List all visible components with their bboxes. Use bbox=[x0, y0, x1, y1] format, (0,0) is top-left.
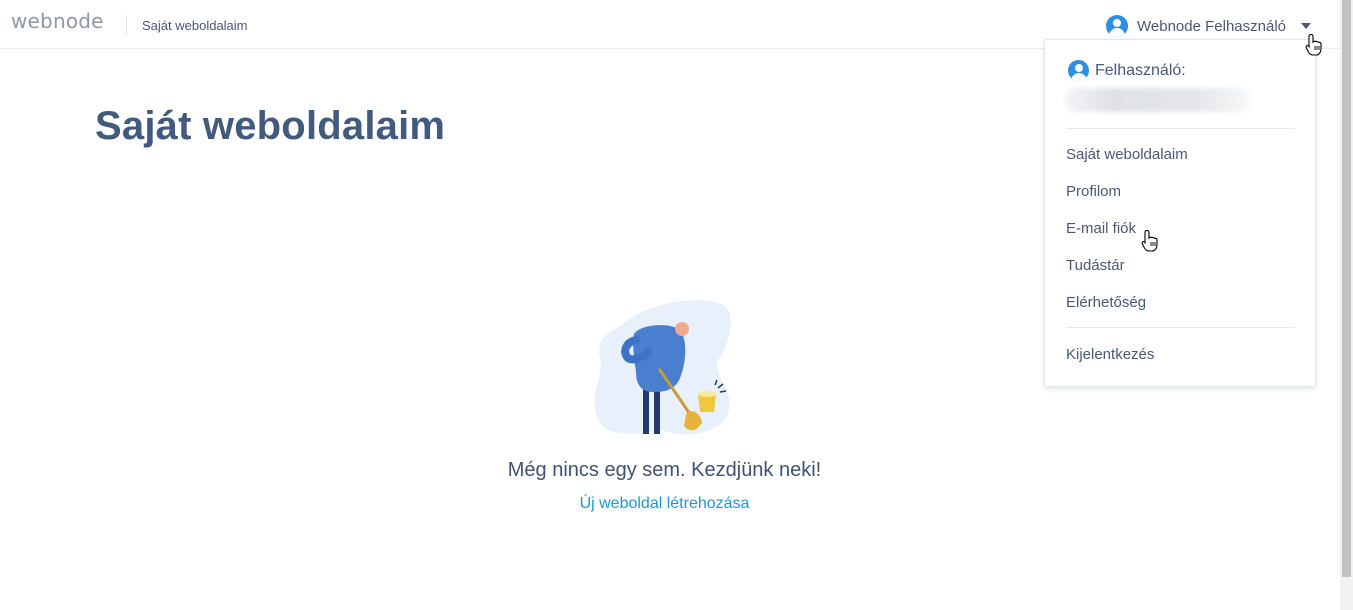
person-sweeping-illustration bbox=[594, 300, 731, 435]
hand-cursor-icon bbox=[1141, 229, 1158, 252]
menu-item-knowledge-base[interactable]: Tudástár bbox=[1066, 257, 1125, 274]
menu-item-my-websites[interactable]: Saját weboldalaim bbox=[1066, 146, 1188, 163]
user-avatar-icon bbox=[1068, 60, 1089, 81]
user-label: Felhasználó: bbox=[1095, 61, 1186, 79]
dropdown-divider bbox=[1066, 128, 1295, 129]
create-website-link[interactable]: Új weboldal létrehozása bbox=[0, 495, 1329, 513]
empty-state-message: Még nincs egy sem. Kezdjünk neki! bbox=[507, 459, 822, 481]
blurred-email bbox=[1065, 88, 1250, 112]
menu-item-email-account[interactable]: E-mail fiók bbox=[1066, 220, 1136, 237]
menu-item-contact[interactable]: Elérhetőség bbox=[1066, 294, 1146, 311]
hand-cursor-icon bbox=[1305, 33, 1322, 56]
webnode-logo[interactable]: webnode bbox=[11, 9, 104, 33]
user-dropdown-menu: Felhasználó: Saját weboldalaim Profilom … bbox=[1044, 39, 1316, 387]
user-menu-button[interactable]: Webnode Felhasználó bbox=[1106, 13, 1311, 39]
header-divider bbox=[126, 15, 127, 35]
page-title: Saját weboldalaim bbox=[95, 104, 446, 148]
user-avatar-icon bbox=[1106, 15, 1128, 37]
dropdown-divider bbox=[1066, 327, 1295, 328]
caret-down-icon bbox=[1301, 23, 1311, 29]
dropdown-user-header: Felhasználó: bbox=[1068, 60, 1186, 81]
user-name: Webnode Felhasználó bbox=[1137, 17, 1286, 35]
menu-item-logout[interactable]: Kijelentkezés bbox=[1066, 346, 1154, 363]
breadcrumb[interactable]: Saját weboldalaim bbox=[142, 18, 248, 33]
menu-item-profile[interactable]: Profilom bbox=[1066, 183, 1121, 200]
scrollbar-thumb[interactable] bbox=[1342, 0, 1351, 577]
